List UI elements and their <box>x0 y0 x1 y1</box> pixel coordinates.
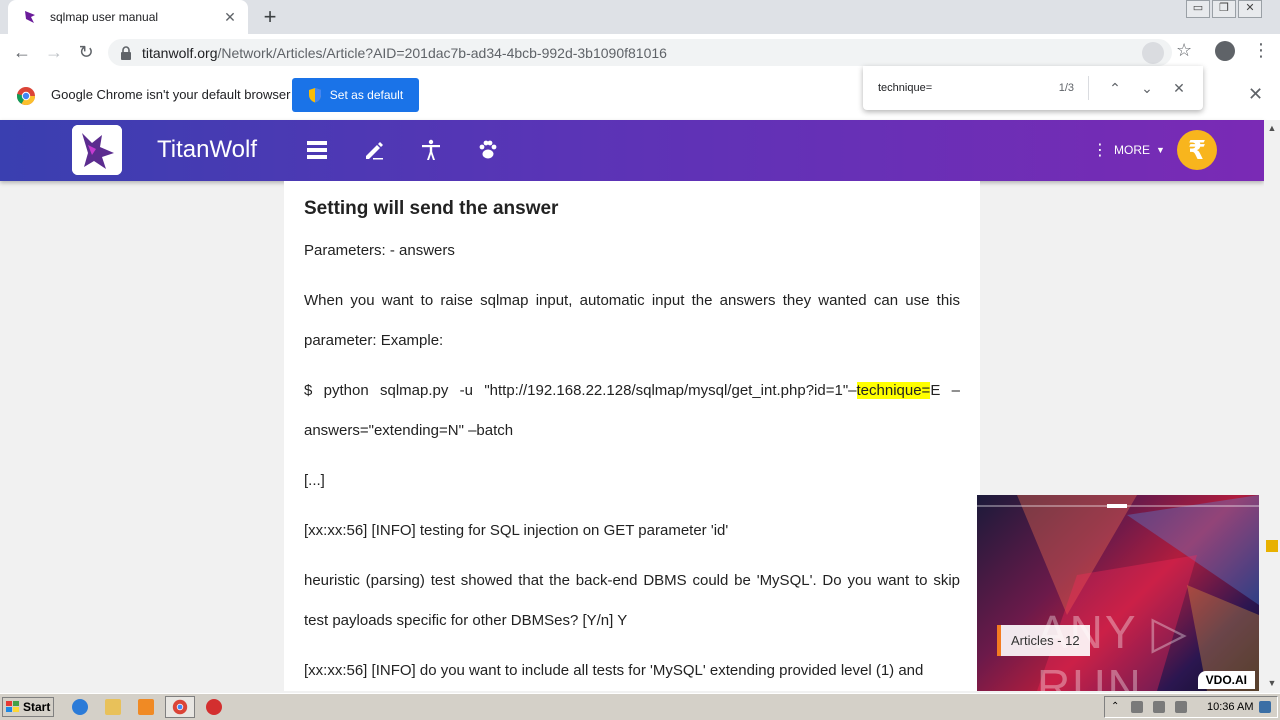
wolf-logo-icon <box>72 125 122 175</box>
vdo-ai-badge[interactable]: VDO.AI <box>1197 671 1255 689</box>
windows-taskbar: Start ⌃ 10:36 AM <box>0 693 1280 720</box>
article-paragraph: [xx:xx:56] [INFO] testing for SQL inject… <box>304 522 729 539</box>
scroll-down-arrow-icon[interactable]: ▼ <box>1264 675 1280 691</box>
volume-icon[interactable] <box>1131 701 1143 713</box>
video-ad[interactable]: ANY ▷ RUN Articles - 12 VDO.AI <box>977 495 1259 691</box>
new-tab-button[interactable]: + <box>258 6 282 30</box>
tab-strip: sqlmap user manual ✕ + ▭ ❐ ✕ <box>0 0 1280 34</box>
article-card: Setting will send the answer Parameters:… <box>284 181 980 691</box>
chrome-taskbar-button[interactable] <box>165 696 195 718</box>
page-scrollbar[interactable]: ▲ ▼ <box>1264 120 1280 691</box>
infobar-message: Google Chrome isn't your default browser <box>51 87 291 102</box>
paw-icon[interactable] <box>476 138 500 162</box>
internet-explorer-icon[interactable] <box>72 699 88 715</box>
infobar-close-icon[interactable]: ✕ <box>1248 84 1263 105</box>
more-dots-icon: ⋮ <box>1092 142 1108 159</box>
find-close-icon[interactable]: ✕ <box>1163 80 1195 97</box>
system-tray: ⌃ 10:36 AM <box>1104 696 1278 718</box>
search-highlight: technique= <box>856 382 931 399</box>
window-controls: ▭ ❐ ✕ <box>1186 0 1262 18</box>
article-paragraph-command: $ python sqlmap.py -u "http://192.168.22… <box>304 382 960 439</box>
set-as-default-button[interactable]: Set as default <box>292 78 419 112</box>
minimize-button[interactable]: ▭ <box>1186 0 1210 18</box>
scroll-up-arrow-icon[interactable]: ▲ <box>1264 120 1280 136</box>
site-logo[interactable] <box>72 125 122 175</box>
chrome-menu-icon[interactable]: ⋮ <box>1252 40 1270 61</box>
edit-pencil-icon[interactable] <box>362 138 386 162</box>
address-bar[interactable]: titanwolf.org/Network/Articles/Article?A… <box>108 39 1172 66</box>
accessibility-icon[interactable] <box>419 138 443 162</box>
start-button[interactable]: Start <box>2 697 54 717</box>
find-match-count: 1/3 <box>1058 82 1074 94</box>
ad-progress-indicator <box>1107 504 1127 508</box>
back-arrow-icon[interactable]: ← <box>10 40 34 64</box>
site-header: TitanWolf ⋮ MORE ▼ ₹ <box>0 120 1264 181</box>
reload-icon[interactable]: ↻ <box>74 40 98 64</box>
more-menu-button[interactable]: ⋮ MORE ▼ <box>1092 140 1165 160</box>
bookmark-star-icon[interactable]: ☆ <box>1176 40 1192 61</box>
sqlmap-favicon-icon <box>25 11 35 23</box>
article-paragraph: heuristic (parsing) test showed that the… <box>304 572 960 629</box>
ad-article-label[interactable]: Articles - 12 <box>997 625 1090 656</box>
tab-title: sqlmap user manual <box>50 10 159 24</box>
show-desktop-icon[interactable] <box>1259 701 1271 713</box>
list-icon[interactable] <box>305 138 329 162</box>
find-divider <box>1088 76 1089 100</box>
tab-close-icon[interactable]: ✕ <box>222 9 238 25</box>
dropdown-caret-icon: ▼ <box>1156 145 1165 155</box>
article-paragraph: Parameters: - answers <box>304 242 455 259</box>
rupee-coin-icon[interactable]: ₹ <box>1177 130 1217 170</box>
article-paragraph: [xx:xx:56] [INFO] do you want to include… <box>304 662 924 679</box>
media-player-icon[interactable] <box>138 699 154 715</box>
folder-icon[interactable] <box>105 699 121 715</box>
shield-icon <box>308 88 321 103</box>
window-close-button[interactable]: ✕ <box>1238 0 1262 18</box>
chrome-logo-icon <box>16 87 35 106</box>
stop-icon[interactable] <box>206 699 222 715</box>
find-previous-icon[interactable]: ⌃ <box>1099 80 1131 97</box>
tray-expand-icon[interactable]: ⌃ <box>1111 701 1123 713</box>
find-bar: technique= 1/3 ⌃ ⌄ ✕ <box>863 66 1203 110</box>
windows-logo-icon <box>6 701 19 712</box>
browser-tab[interactable]: sqlmap user manual ✕ <box>8 0 248 34</box>
article-paragraph: When you want to raise sqlmap input, aut… <box>304 292 960 349</box>
article-heading: Setting will send the answer <box>304 198 559 219</box>
flag-icon[interactable] <box>1175 701 1187 713</box>
site-brand[interactable]: TitanWolf <box>157 136 257 164</box>
find-input[interactable]: technique= <box>878 82 1038 94</box>
restore-button[interactable]: ❐ <box>1212 0 1236 18</box>
taskbar-clock: 10:36 AM <box>1207 701 1254 713</box>
find-next-icon[interactable]: ⌄ <box>1131 80 1163 97</box>
forward-arrow-icon[interactable]: → <box>42 40 66 64</box>
url-text: titanwolf.org/Network/Articles/Article?A… <box>142 44 667 61</box>
chrome-taskbar-icon <box>172 699 188 715</box>
article-paragraph: [...] <box>304 472 325 489</box>
network-icon[interactable] <box>1153 701 1165 713</box>
profile-avatar-icon[interactable] <box>1215 41 1235 61</box>
lock-icon <box>121 45 131 60</box>
find-in-page-icon[interactable] <box>1142 42 1164 64</box>
find-result-marker <box>1266 540 1278 552</box>
